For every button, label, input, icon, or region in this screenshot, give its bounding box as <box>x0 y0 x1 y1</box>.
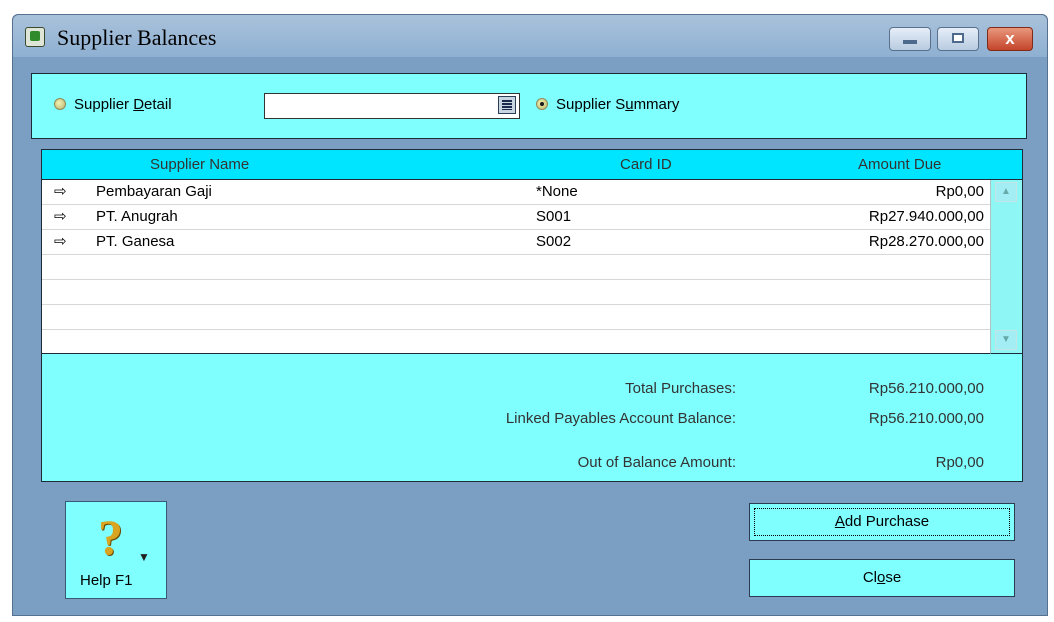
card-id-cell: *None <box>536 183 578 200</box>
help-button[interactable]: ? ▼ Help F1 <box>65 501 167 599</box>
help-caret-icon: ▼ <box>138 550 150 564</box>
maximize-button[interactable] <box>937 27 979 51</box>
out-of-balance-label: Out of Balance Amount: <box>577 454 736 471</box>
table-row[interactable]: ⇨ Pembayaran Gaji *None Rp0,00 <box>42 180 990 204</box>
total-purchases-value: Rp56.210.000,00 <box>868 380 984 397</box>
card-id-cell: S002 <box>536 233 572 250</box>
card-id-cell: S001 <box>536 208 572 225</box>
maximize-icon <box>952 33 964 43</box>
supplier-balances-window: Supplier Balances x Supplier Detail Supp… <box>12 14 1048 616</box>
vertical-scrollbar[interactable]: ▲ ▼ <box>990 180 1022 354</box>
supplier-select[interactable] <box>264 93 520 119</box>
out-of-balance-value: Rp0,00 <box>935 454 984 471</box>
column-card-id[interactable]: Card ID <box>620 156 672 173</box>
supplier-select-dropdown-button[interactable] <box>498 96 516 114</box>
supplier-detail-radio[interactable] <box>54 98 66 110</box>
row-arrow-icon[interactable]: ⇨ <box>54 207 67 225</box>
close-button[interactable]: Close <box>749 559 1015 597</box>
help-label: Help F1 <box>80 572 133 589</box>
row-arrow-icon[interactable]: ⇨ <box>54 182 67 200</box>
amount-due-cell: Rp27.940.000,00 <box>868 208 984 225</box>
close-window-button[interactable]: x <box>987 27 1033 51</box>
minimize-icon <box>903 40 917 44</box>
linked-payables-value: Rp56.210.000,00 <box>868 410 984 427</box>
filter-panel: Supplier Detail Supplier Summary <box>31 73 1027 139</box>
column-supplier-name[interactable]: Supplier Name <box>150 156 249 173</box>
app-icon <box>25 27 45 47</box>
supplier-grid-panel: Supplier Name Card ID Amount Due ⇨ Pemba… <box>41 149 1023 482</box>
table-row[interactable]: ⇨ PT. Anugrah S001 Rp27.940.000,00 <box>42 205 990 229</box>
close-icon: x <box>1005 29 1015 48</box>
table-header: Supplier Name Card ID Amount Due <box>42 150 1022 180</box>
supplier-summary-label[interactable]: Supplier Summary <box>556 96 679 113</box>
supplier-detail-label[interactable]: Supplier Detail <box>74 96 172 113</box>
window-title: Supplier Balances <box>57 25 217 50</box>
supplier-name-cell: Pembayaran Gaji <box>96 183 212 200</box>
table-body: ⇨ Pembayaran Gaji *None Rp0,00 ⇨ PT. Anu… <box>42 180 990 354</box>
scroll-up-button[interactable]: ▲ <box>995 182 1017 202</box>
add-purchase-button[interactable]: Add Purchase <box>749 503 1015 541</box>
question-mark-icon: ? <box>98 509 123 565</box>
amount-due-cell: Rp0,00 <box>935 183 984 200</box>
total-purchases-label: Total Purchases: <box>625 380 736 397</box>
linked-payables-label: Linked Payables Account Balance: <box>505 410 736 427</box>
scroll-down-button[interactable]: ▼ <box>995 330 1017 350</box>
supplier-name-cell: PT. Ganesa <box>96 233 175 250</box>
supplier-summary-radio[interactable] <box>536 98 548 110</box>
amount-due-cell: Rp28.270.000,00 <box>868 233 984 250</box>
supplier-name-cell: PT. Anugrah <box>96 208 178 225</box>
table-row[interactable]: ⇨ PT. Ganesa S002 Rp28.270.000,00 <box>42 230 990 254</box>
minimize-button[interactable] <box>889 27 931 51</box>
title-bar[interactable]: Supplier Balances x <box>13 15 1047 57</box>
row-arrow-icon[interactable]: ⇨ <box>54 232 67 250</box>
column-amount-due[interactable]: Amount Due <box>858 156 941 173</box>
